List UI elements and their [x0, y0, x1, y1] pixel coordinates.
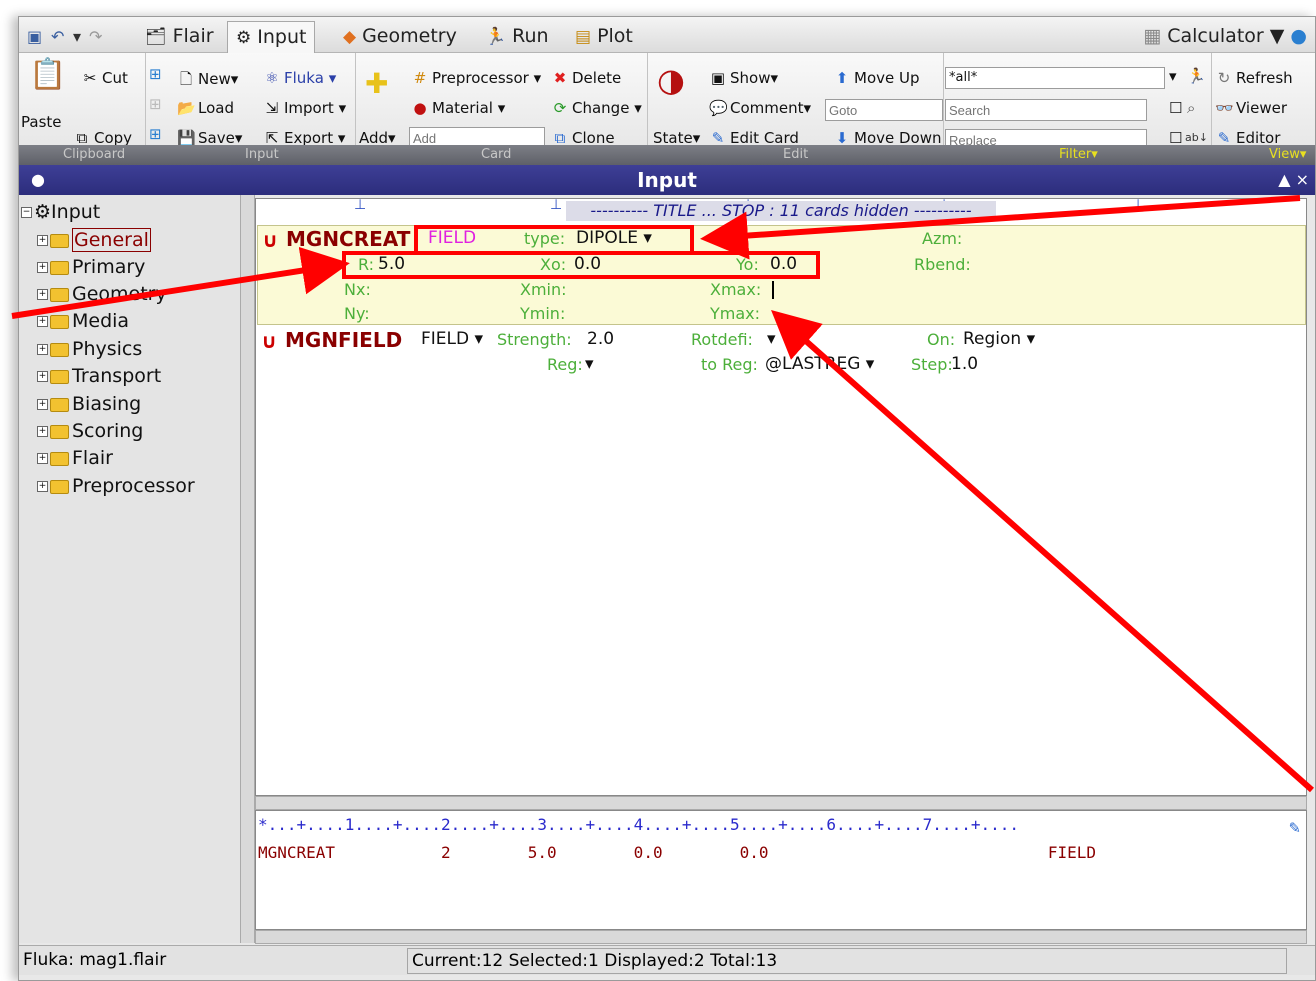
arrow-to-coords [11, 246, 350, 319]
annotation-arrows [11, 195, 1314, 793]
arrow-to-xmax [771, 310, 1314, 793]
arrow-to-type [700, 195, 1301, 260]
